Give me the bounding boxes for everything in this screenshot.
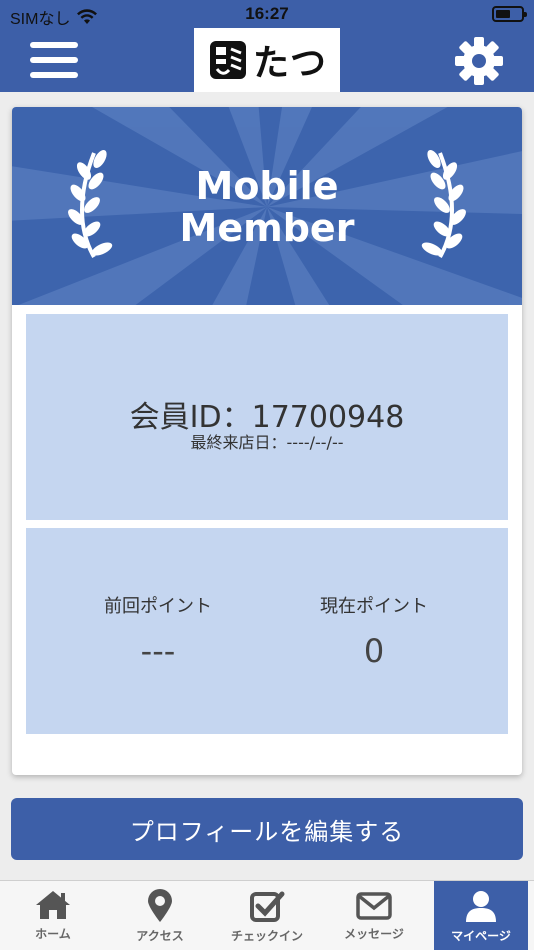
previous-points-label: 前回ポイント (104, 596, 212, 617)
last-visit-value: ----/--/-- (286, 433, 344, 452)
battery-icon (492, 6, 527, 22)
tab-checkin[interactable]: チェックイン (220, 881, 314, 950)
member-banner: Mobile Member (12, 107, 522, 305)
tab-mypage[interactable]: マイページ (434, 881, 528, 950)
tab-checkin-label: チェックイン (230, 929, 303, 943)
member-id-panel: 会員ID：17700948 最終来店日：----/--/-- (26, 314, 508, 520)
current-points: 現在ポイント 0 (274, 592, 474, 670)
logo-text: たつ (252, 42, 327, 84)
laurel-icon (421, 149, 466, 258)
logo-mark-icon (209, 41, 246, 79)
last-visit: 最終来店日：----/--/-- (26, 429, 508, 453)
tab-home-label: ホーム (35, 927, 71, 941)
tab-message[interactable]: メッセージ (327, 881, 421, 950)
member-card: Mobile Member 会員ID：17700948 最終来店日：----/-… (12, 107, 522, 775)
store-logo: たつ (194, 28, 340, 92)
tab-access-label: アクセス (136, 929, 184, 943)
last-visit-label: 最終来店日： (190, 433, 287, 452)
tab-bar: ホーム アクセス チェックイン メッセージ マイページ (0, 880, 534, 950)
points-panel: 前回ポイント --- 現在ポイント 0 (26, 528, 508, 734)
edit-profile-button[interactable]: プロフィールを編集する (11, 798, 523, 860)
previous-points-value: --- (140, 632, 176, 670)
gear-icon[interactable] (454, 36, 504, 86)
tab-message-label: メッセージ (344, 927, 404, 941)
hamburger-menu-icon[interactable] (30, 40, 78, 80)
envelope-icon (356, 892, 392, 920)
current-points-label: 現在ポイント (320, 596, 428, 617)
status-bar: SIMなし 16:27 (0, 0, 534, 28)
tab-access[interactable]: アクセス (113, 881, 207, 950)
app-header: たつ (0, 28, 534, 92)
tab-mypage-label: マイページ (451, 929, 511, 943)
checkbox-icon (250, 891, 285, 922)
user-icon (466, 891, 496, 922)
map-pin-icon (148, 889, 172, 922)
previous-points: 前回ポイント --- (58, 592, 258, 670)
current-points-value: 0 (363, 632, 385, 670)
tab-home[interactable]: ホーム (6, 881, 100, 950)
home-icon (36, 891, 70, 919)
clock: 16:27 (245, 4, 289, 23)
